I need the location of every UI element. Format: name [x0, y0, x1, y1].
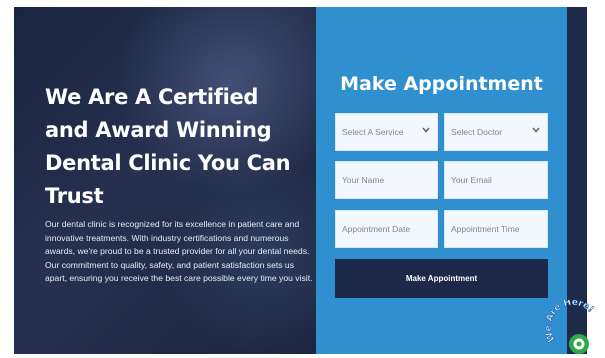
svg-text:We Are Here!: We Are Here! — [545, 300, 595, 343]
badge-text: We Are Here! — [545, 300, 596, 343]
make-appointment-button[interactable]: Make Appointment — [335, 259, 548, 298]
time-input-placeholder: Appointment Time — [451, 224, 520, 234]
email-input-placeholder: Your Email — [451, 175, 492, 185]
form-title: Make Appointment — [340, 73, 543, 95]
date-input-placeholder: Appointment Date — [342, 224, 411, 234]
name-input[interactable]: Your Name — [335, 161, 438, 199]
name-input-placeholder: Your Name — [342, 175, 385, 185]
chevron-down-icon — [532, 127, 540, 133]
date-input[interactable]: Appointment Date — [335, 210, 438, 248]
time-input[interactable]: Appointment Time — [444, 210, 548, 248]
service-select[interactable]: Select A Service — [335, 113, 438, 151]
we-are-here-badge-icon[interactable]: We Are Here! — [545, 300, 601, 356]
hero-description: Our dental clinic is recognized for its … — [45, 219, 313, 284]
hero-title: We Are A Certified and Award Winning Den… — [45, 85, 291, 208]
chevron-down-icon — [422, 127, 430, 133]
hero-section: We Are A Certified and Award Winning Den… — [14, 7, 316, 354]
appointment-form-panel: Make Appointment Select A Service Select… — [316, 7, 567, 354]
email-input[interactable]: Your Email — [444, 161, 548, 199]
service-select-value: Select A Service — [342, 127, 404, 137]
doctor-select[interactable]: Select Doctor — [444, 113, 548, 151]
doctor-select-value: Select Doctor — [451, 127, 503, 137]
